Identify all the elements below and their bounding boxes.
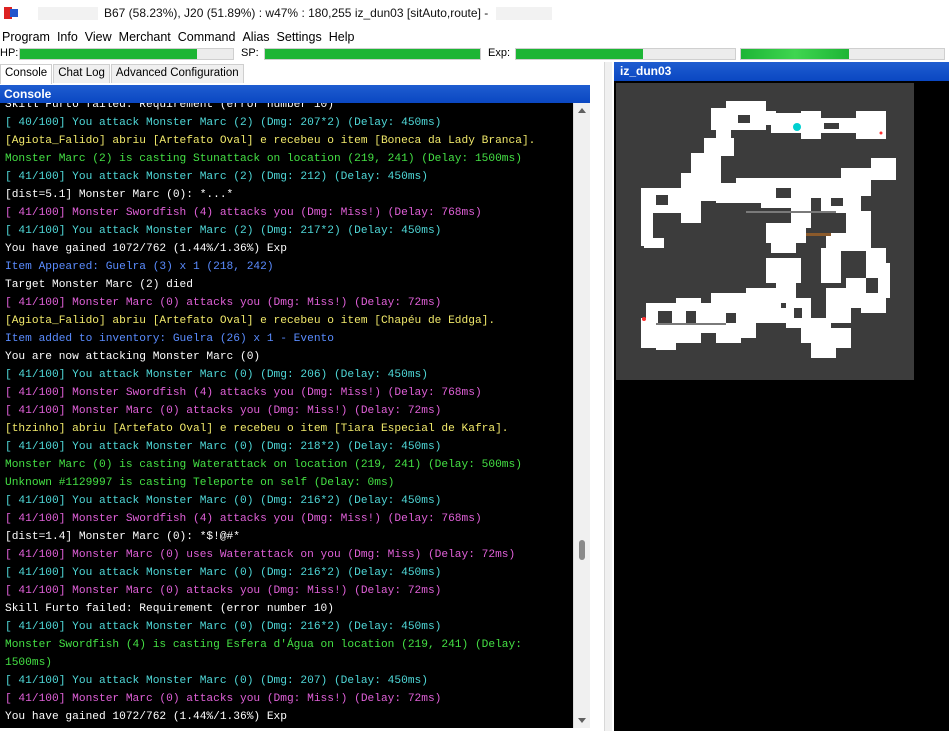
sp-label: SP: (241, 47, 259, 59)
title-redacted-block (38, 6, 98, 20)
job-exp-bar (740, 48, 945, 60)
console-line: [ 41/100] Monster Marc (0) attacks you (… (5, 585, 442, 597)
portal-marker-icon (879, 131, 883, 135)
scroll-down-icon[interactable] (578, 718, 586, 723)
console-line: [Agiota_Falido] abriu [Artefato Oval] e … (5, 315, 496, 327)
console-line: [ 41/100] Monster Marc (0) attacks you (… (5, 693, 442, 705)
console-line: [ 41/100] Monster Swordfish (4) attacks … (5, 387, 482, 399)
console-output[interactable]: Skill Furto failed: Requirement (error n… (0, 103, 573, 728)
console-line: Target Monster Marc (2) died (5, 279, 193, 291)
console-line: You have gained 1072/762 (1.44%/1.36%) E… (5, 711, 287, 723)
menu-help[interactable]: Help (327, 30, 360, 44)
exp-bar-fill (516, 49, 644, 59)
menu-program[interactable]: Program (0, 30, 55, 44)
console-line: You are now attacking Monster Marc (0) (5, 351, 261, 363)
console-line: Monster Marc (0) is casting Waterattack … (5, 459, 522, 471)
hp-bar (19, 48, 234, 60)
minimap-svg (641, 101, 896, 358)
console-line: [ 41/100] Monster Marc (0) attacks you (… (5, 297, 442, 309)
hp-label: HP: (0, 47, 19, 59)
scroll-thumb[interactable] (579, 540, 585, 560)
menu-alias[interactable]: Alias (240, 30, 274, 44)
sp-bar-fill (265, 49, 480, 59)
console-line: Skill Furto failed: Requirement (error n… (5, 603, 334, 615)
title-bar: B67 (58.23%), J20 (51.89%) : w47% : 180,… (0, 0, 949, 26)
console-line: [ 41/100] You attack Monster Marc (2) (D… (5, 225, 442, 237)
sp-bar (264, 48, 481, 60)
status-bars: HP: SP: Exp: (0, 46, 949, 62)
console-line: [ 41/100] You attack Monster Marc (0) (D… (5, 495, 442, 507)
menu-view[interactable]: View (83, 30, 117, 44)
menu-bar: Program Info View Merchant Command Alias… (0, 27, 949, 46)
console-line: [ 41/100] You attack Monster Marc (0) (D… (5, 567, 442, 579)
map-object (806, 233, 831, 236)
tab-chat-log[interactable]: Chat Log (53, 64, 110, 83)
console-line: [ 41/100] You attack Monster Marc (0) (D… (5, 441, 442, 453)
console-line: Unknown #1129997 is casting Teleporte on… (5, 477, 395, 489)
portal-marker-icon (642, 317, 646, 321)
console-line: [thzinho] abriu [Artefato Oval] e recebe… (5, 423, 509, 435)
menu-merchant[interactable]: Merchant (117, 30, 176, 44)
scroll-up-icon[interactable] (578, 108, 586, 113)
title-redacted-block (496, 6, 553, 20)
tab-advanced-configuration[interactable]: Advanced Configuration (110, 64, 244, 83)
console-line: [ 41/100] Monster Marc (0) uses Wateratt… (5, 549, 516, 561)
map-header: iz_dun03 (614, 62, 949, 81)
tab-strip: Console Chat Log Advanced Configuration (0, 64, 600, 84)
minimap[interactable] (616, 83, 914, 380)
console-line: Skill Furto failed: Requirement (error n… (5, 103, 334, 111)
exp-bar (515, 48, 736, 60)
console-line: [ 40/100] You attack Monster Marc (2) (D… (5, 117, 442, 129)
console-line: [ 41/100] You attack Monster Marc (0) (D… (5, 369, 428, 381)
map-panel (614, 81, 949, 731)
app-icon (4, 5, 20, 21)
console-line: [ 41/100] You attack Monster Marc (0) (D… (5, 675, 428, 687)
console-line: [ 41/100] Monster Swordfish (4) attacks … (5, 207, 482, 219)
console-line: [ 41/100] Monster Marc (0) attacks you (… (5, 405, 442, 417)
console-line: Monster Swordfish (4) is casting Esfera … (5, 639, 529, 669)
console-header: Console (0, 85, 590, 103)
exp-label: Exp: (488, 47, 511, 59)
console-line: Monster Marc (2) is casting Stunattack o… (5, 153, 522, 165)
console-line: [ 41/100] Monster Swordfish (4) attacks … (5, 513, 482, 525)
console-line: [ 41/100] You attack Monster Marc (2) (D… (5, 171, 428, 183)
console-line: [ 41/100] You attack Monster Marc (0) (D… (5, 621, 442, 633)
console-line: Item Appeared: Guelra (3) x 1 (218, 242) (5, 261, 274, 273)
menu-info[interactable]: Info (55, 30, 83, 44)
console-line: [dist=1.4] Monster Marc (0): *$!@#* (5, 531, 240, 543)
console-line: [Agiota_Falido] abriu [Artefato Oval] e … (5, 135, 536, 147)
hp-bar-fill (20, 49, 197, 59)
console-line: Item added to inventory: Guelra (26) x 1… (5, 333, 334, 345)
console-line: [dist=5.1] Monster Marc (0): *...* (5, 189, 234, 201)
job-exp-bar-fill (741, 49, 849, 59)
walkable-area (641, 101, 896, 358)
tab-console[interactable]: Console (0, 64, 53, 84)
window-title: B67 (58.23%), J20 (51.89%) : w47% : 180,… (104, 6, 489, 20)
player-marker-icon (793, 123, 801, 131)
console-scrollbar[interactable] (573, 103, 590, 728)
console-lines: Skill Furto failed: Requirement (error n… (5, 103, 569, 726)
console-line: You have gained 1072/762 (1.44%/1.36%) E… (5, 243, 287, 255)
menu-command[interactable]: Command (176, 30, 241, 44)
menu-settings[interactable]: Settings (275, 30, 327, 44)
splitter-scrollbar[interactable] (604, 62, 612, 731)
